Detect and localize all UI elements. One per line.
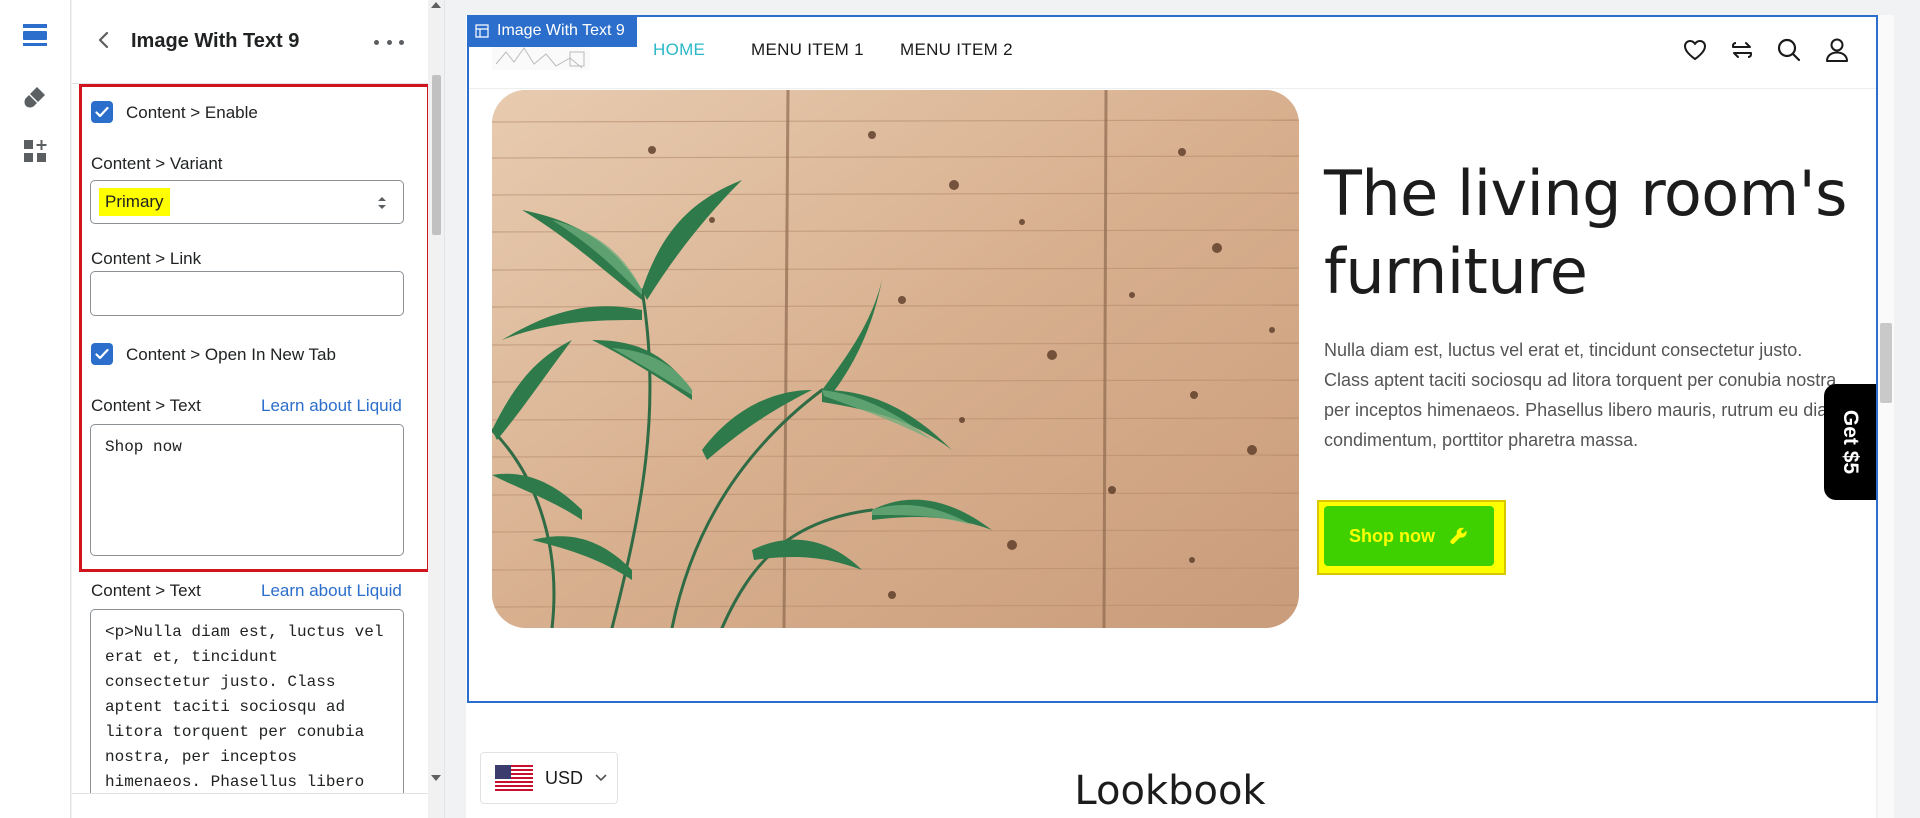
panel-header: Image With Text 9 <box>72 0 444 84</box>
text2-textarea[interactable]: <p>Nulla diam est, luctus vel erat et, t… <box>90 609 404 809</box>
theme-brush-icon[interactable] <box>22 84 48 110</box>
more-dots-icon[interactable] <box>374 30 404 54</box>
text-textarea[interactable]: Shop now <box>90 424 404 556</box>
text-value: Shop now <box>105 438 182 456</box>
scroll-up-icon[interactable] <box>431 2 441 8</box>
select-arrows-icon <box>378 197 386 209</box>
enable-checkbox[interactable] <box>91 101 113 123</box>
settings-panel: Image With Text 9 Content > Enable Conte… <box>72 0 445 818</box>
variant-select[interactable]: Primary <box>90 180 404 224</box>
link-label: Content > Link <box>91 249 202 268</box>
chevron-down-icon <box>595 774 607 782</box>
text2-value: <p>Nulla diam est, luctus vel erat et, t… <box>105 623 384 791</box>
learn-liquid-link-2[interactable]: Learn about Liquid <box>261 581 402 601</box>
text-label: Content > Text <box>91 396 201 415</box>
panel-title: Image With Text 9 <box>131 30 300 52</box>
currency-code: USD <box>545 767 584 788</box>
currency-selector[interactable]: USD <box>480 752 618 804</box>
lookbook-title: Lookbook <box>1074 768 1266 814</box>
variant-label: Content > Variant <box>91 154 223 173</box>
new-tab-label: Content > Open In New Tab <box>126 345 336 364</box>
learn-liquid-link[interactable]: Learn about Liquid <box>261 396 402 416</box>
panel-scroll-thumb[interactable] <box>432 75 441 235</box>
link-input[interactable] <box>90 271 404 316</box>
variant-value: Primary <box>99 188 170 216</box>
block-grid-icon <box>475 24 489 38</box>
preview-scrollbar[interactable] <box>1878 15 1894 818</box>
text2-label: Content > Text <box>91 581 201 600</box>
check-icon <box>95 348 109 360</box>
preview-scroll-thumb[interactable] <box>1880 323 1892 403</box>
enable-label: Content > Enable <box>126 103 258 122</box>
back-arrow-icon[interactable] <box>92 28 116 52</box>
section-tag-label: Image With Text 9 <box>497 22 625 39</box>
scroll-down-icon[interactable] <box>431 775 441 781</box>
check-icon <box>95 106 109 118</box>
panel-footer <box>72 793 444 818</box>
add-app-block-icon[interactable] <box>22 138 48 164</box>
new-tab-checkbox[interactable] <box>91 343 113 365</box>
section-tag: Image With Text 9 <box>467 15 637 47</box>
selected-section-frame <box>467 15 1878 703</box>
us-flag-icon <box>495 765 533 791</box>
sections-icon[interactable] <box>22 22 48 48</box>
icon-rail <box>0 0 71 818</box>
